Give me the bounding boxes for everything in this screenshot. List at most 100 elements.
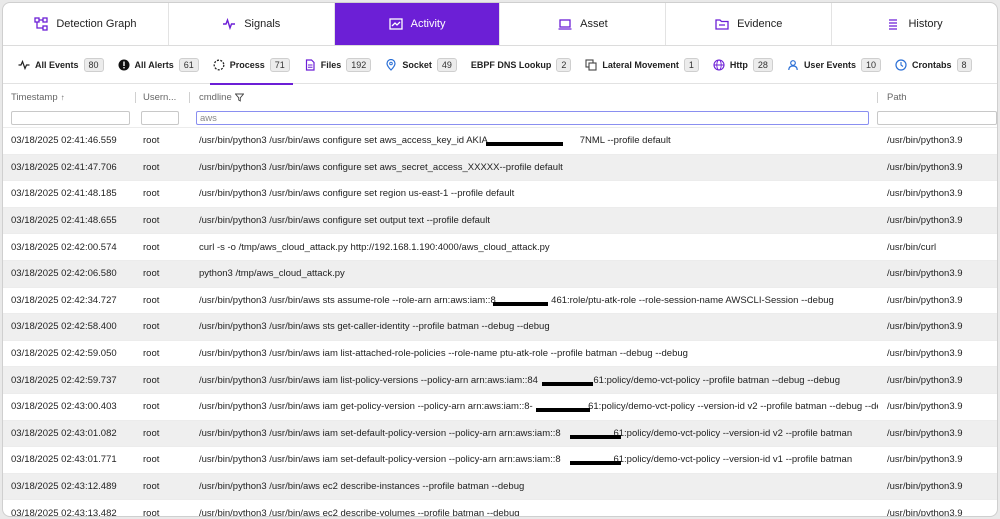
tab-detection-graph[interactable]: Detection Graph [3,3,169,45]
cell-cmdline: curl -s -o /tmp/aws_cloud_attack.py http… [199,241,550,253]
cell-cmdline: /usr/bin/python3 /usr/bin/aws sts assume… [190,295,878,306]
count-badge: 2 [556,57,572,72]
table-row[interactable]: 03/18/2025 02:43:13.482 root/usr/bin/pyth… [3,499,997,516]
table-row[interactable]: 03/18/2025 02:41:48.655 root/usr/bin/pyth… [3,206,997,234]
count-badge: 28 [752,57,773,72]
cell-username: root [143,481,160,493]
table-row[interactable]: 03/18/2025 02:42:06.580 root python3 /tmp/… [3,259,997,287]
cell-cmdline: /usr/bin/python3 /usr/bin/aws iam list-p… [190,375,878,386]
cell-cmdline: /usr/bin/python3 /usr/bin/aws ec2 descri… [199,481,525,493]
cell-username: root [143,348,160,360]
cmdline-filter-input[interactable] [196,111,869,125]
tab-label: History [908,18,943,30]
header-label: Timestamp [11,92,58,103]
cell-username: root [143,374,160,386]
table-row[interactable]: 03/18/2025 02:42:59.737 root/usr/bin/pyth… [3,366,997,393]
list-icon [889,19,898,30]
subtab-label: All Events [35,59,79,70]
header-label: Usern... [143,92,177,103]
subtab-label: User Events [803,59,856,70]
username-filter-input[interactable] [140,111,179,125]
folder-icon [715,19,729,30]
subtab-crontabs[interactable]: Crontabs 8 [888,46,979,84]
table-row[interactable]: 03/18/2025 02:42:34.727 root/usr/bin/pyth… [3,286,997,314]
cell-username: root [143,161,160,173]
subtab-lateral-movement[interactable]: Lateral Movement 1 [578,46,706,84]
cell-timestamp: 03/18/2025 02:42:06.580 [11,268,117,280]
cell-path: /usr/bin/python3.9 [887,294,963,306]
cell-path: /usr/bin/python3.9 [887,401,963,413]
table-row[interactable]: 03/18/2025 02:43:01.771 root/usr/bin/pyth… [3,446,997,473]
tab-signals[interactable]: Signals [169,3,335,45]
filter-icon[interactable] [234,93,244,102]
cell-path: /usr/bin/python3.9 [887,268,963,280]
table-row[interactable]: 03/18/2025 02:43:00.403 root/usr/bin/pyth… [3,392,997,420]
main-tabs: Detection Graph Signals Activity Asset E… [3,3,997,46]
table-row[interactable]: 03/18/2025 02:42:00.574 root curl -s -o /t… [3,233,997,260]
filter-row [3,109,997,127]
column-resizer[interactable] [877,92,878,103]
cell-timestamp: 03/18/2025 02:43:01.082 [11,427,117,439]
tab-evidence[interactable]: Evidence [666,3,833,45]
table-row[interactable]: 03/18/2025 02:43:01.082 root/usr/bin/pyth… [3,419,997,447]
table-body: 03/18/2025 02:41:46.559 root/usr/bin/pyth… [3,127,997,516]
subtab-label: Socket [402,59,432,70]
tab-asset[interactable]: Asset [500,3,667,45]
table-row[interactable]: 03/18/2025 02:43:12.489 root/usr/bin/pyth… [3,472,997,500]
cell-path: /usr/bin/python3.9 [887,135,963,147]
cell-path: /usr/bin/python3.9 [887,454,963,466]
activity-panel: Detection Graph Signals Activity Asset E… [2,2,998,517]
subtab-all-events[interactable]: All Events 80 [11,46,111,84]
cell-timestamp: 03/18/2025 02:43:12.489 [11,481,117,493]
cell-path: /usr/bin/python3.9 [887,374,963,386]
cmdline-text: /usr/bin/python3 /usr/bin/aws iam list-p… [199,374,840,386]
alert-icon [118,59,130,70]
cell-timestamp: 03/18/2025 02:43:00.403 [11,401,117,413]
table-row[interactable]: 03/18/2025 02:42:58.400 root/usr/bin/pyth… [3,313,997,340]
pulse-icon [18,59,30,70]
cell-cmdline: /usr/bin/python3 /usr/bin/aws configure … [199,188,515,200]
tab-history[interactable]: History [832,3,997,45]
cell-cmdline: /usr/bin/python3 /usr/bin/aws sts get-ca… [199,321,550,333]
subtab-label: Lateral Movement [602,59,679,70]
cell-username: root [143,241,160,253]
path-filter-input[interactable] [877,111,997,125]
cell-username: root [143,427,160,439]
header-path[interactable]: Path [878,86,997,109]
table-row[interactable]: 03/18/2025 02:41:48.185 root/usr/bin/pyth… [3,180,997,207]
count-badge: 1 [683,57,699,72]
subtab-all-alerts[interactable]: All Alerts 61 [111,46,206,84]
cell-timestamp: 03/18/2025 02:42:59.737 [11,374,117,386]
subtab-socket[interactable]: Socket 49 [378,46,464,84]
subtab-http[interactable]: Http 28 [706,46,780,84]
file-icon [305,58,315,71]
header-cmdline[interactable]: cmdline [190,86,878,109]
subtab-process[interactable]: Process 71 [206,46,297,85]
cell-username: root [143,401,160,413]
count-badge: 71 [269,57,290,72]
cell-username: root [143,188,160,200]
count-badge: 49 [436,57,457,72]
tab-label: Evidence [737,18,783,30]
cmdline-text: /usr/bin/python3 /usr/bin/aws iam set-de… [199,454,853,466]
cell-username: root [143,321,160,333]
header-timestamp[interactable]: Timestamp ↑ [3,86,136,109]
subtab-user-events[interactable]: User Events 10 [780,46,888,84]
table-row[interactable]: 03/18/2025 02:41:47.706 root/usr/bin/pyth… [3,153,997,181]
tab-activity[interactable]: Activity [334,3,501,45]
timestamp-filter-input[interactable] [11,111,130,125]
subtab-files[interactable]: Files 192 [297,46,379,84]
location-pin-icon [386,58,396,71]
table-row[interactable]: 03/18/2025 02:41:46.559 root/usr/bin/pyth… [3,127,997,154]
count-badge: 61 [178,57,199,72]
count-badge: 80 [83,57,104,72]
cell-path: /usr/bin/python3.9 [887,427,963,439]
table-row[interactable]: 03/18/2025 02:42:59.050 root/usr/bin/pyth… [3,339,997,367]
header-username[interactable]: Usern... [136,86,190,109]
subtab-ebpf-dns-lookup[interactable]: EBPF DNS Lookup 2 [464,46,579,84]
cell-cmdline: /usr/bin/python3 /usr/bin/aws iam get-po… [190,401,878,413]
sort-asc-icon: ↑ [60,93,65,102]
cell-cmdline: /usr/bin/python3 /usr/bin/aws configure … [199,161,563,173]
cell-timestamp: 03/18/2025 02:42:59.050 [11,348,117,360]
sub-tabs: All Events 80 All Alerts 61 Process 71 F… [3,46,997,85]
